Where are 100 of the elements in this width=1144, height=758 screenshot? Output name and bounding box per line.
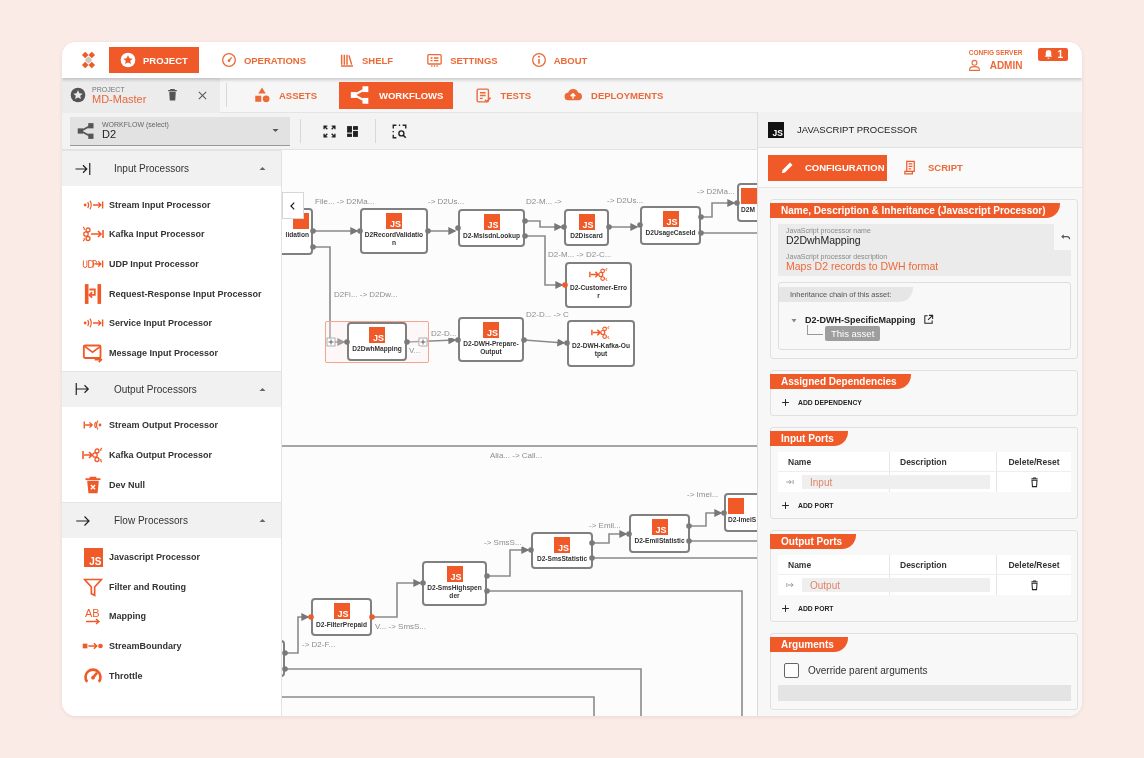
delete-button[interactable] — [1028, 579, 1040, 591]
override-checkbox[interactable]: Override parent arguments — [784, 663, 928, 678]
info-icon[interactable] — [530, 52, 547, 68]
section-title: Name, Description & Inheritance (Javascript Processor) — [770, 203, 1060, 218]
section-title: Output Ports — [770, 534, 857, 549]
port-dot[interactable] — [344, 339, 350, 345]
caret-icon — [258, 164, 267, 173]
port-dot[interactable] — [561, 224, 567, 230]
zoom-selection-icon — [392, 123, 407, 139]
port-dot[interactable] — [404, 339, 410, 345]
port-dot[interactable] — [455, 337, 461, 343]
port-dot[interactable] — [522, 233, 528, 239]
star-icon[interactable] — [120, 52, 136, 68]
connector-label: Alia... -> Call... — [490, 451, 543, 460]
processor-item[interactable]: Stream Output Processor — [62, 410, 281, 441]
category-header[interactable]: Input Processors — [62, 150, 281, 186]
port-dot[interactable] — [698, 230, 704, 236]
processor-item[interactable]: Kafka Output Processor — [62, 440, 281, 470]
js-icon: JS — [651, 519, 668, 535]
port-dot[interactable] — [698, 214, 704, 220]
js-icon: JS — [768, 121, 784, 138]
connector-label: D2-M... -> D2-C... — [548, 250, 612, 259]
logo-icon — [80, 51, 97, 69]
port-dot[interactable] — [484, 588, 490, 594]
share-icon — [76, 121, 96, 140]
checklist-icon[interactable] — [475, 86, 493, 104]
share-icon[interactable] — [349, 85, 371, 105]
add-icon[interactable] — [326, 337, 336, 347]
port-dot[interactable] — [282, 666, 288, 672]
connector-label: -> Emil... — [589, 521, 621, 530]
processor-item[interactable]: Filter and Routing — [62, 571, 281, 602]
processor-item[interactable]: Service Input Processor — [62, 308, 281, 338]
port-dot[interactable] — [686, 538, 692, 544]
port-dot[interactable] — [606, 224, 612, 230]
external-link-icon[interactable] — [922, 314, 934, 325]
close-button[interactable] — [197, 89, 209, 101]
gauge-icon[interactable] — [220, 52, 237, 68]
zoom-selection-button[interactable] — [392, 123, 407, 139]
processor-item[interactable]: Request-Response Input Processor — [62, 278, 281, 309]
processor-item[interactable]: StreamBoundary — [62, 631, 281, 661]
port-dot[interactable] — [455, 225, 461, 231]
js-icon: JS — [333, 603, 350, 619]
processor-item[interactable]: Stream Input Processor — [62, 190, 281, 220]
nodes-arrow-icon — [588, 267, 609, 282]
shapes-icon[interactable] — [253, 86, 271, 104]
port-dot[interactable] — [686, 523, 692, 529]
js-icon: JS — [578, 214, 595, 230]
delete-button[interactable] — [1028, 476, 1040, 488]
port-dot[interactable] — [637, 222, 643, 228]
port-dot[interactable] — [721, 510, 727, 516]
port-dot[interactable] — [522, 218, 528, 224]
port-dot[interactable] — [521, 337, 527, 343]
processor-item[interactable]: Throttle — [62, 660, 281, 691]
port-dot[interactable] — [310, 244, 316, 250]
port-dot[interactable] — [282, 650, 288, 656]
processor-item[interactable]: AB Mapping — [62, 601, 281, 632]
port-dot[interactable] — [562, 282, 568, 288]
js-icon: JS — [446, 566, 463, 582]
plus-icon — [781, 604, 790, 613]
cluster-out-icon — [81, 446, 105, 463]
port-dot[interactable] — [589, 555, 595, 561]
user-icon — [967, 58, 981, 72]
processor-item[interactable]: Kafka Input Processor — [62, 219, 281, 250]
processor-item[interactable]: Dev Null — [62, 469, 281, 500]
packet-in-icon — [81, 257, 105, 271]
js-icon: JS — [483, 322, 499, 338]
layout-button[interactable] — [346, 124, 359, 138]
nodes-arrow-icon — [591, 325, 611, 340]
stream-in-icon — [81, 197, 105, 212]
js-icon: JS — [554, 537, 570, 553]
port-dot[interactable] — [626, 531, 632, 537]
port-dot[interactable] — [369, 614, 375, 620]
star-icon — [70, 87, 86, 103]
port-dot[interactable] — [564, 340, 570, 346]
section-title: Input Ports — [770, 431, 848, 446]
dashboard-icon — [346, 124, 359, 138]
panel-icon[interactable] — [426, 52, 444, 68]
port-dot[interactable] — [484, 573, 490, 579]
tree-item[interactable]: D2-DWH-SpecificMapping — [805, 314, 916, 325]
books-icon[interactable] — [339, 52, 355, 68]
port-dot[interactable] — [308, 614, 314, 620]
port-dot[interactable] — [589, 540, 595, 546]
port-dot[interactable] — [425, 228, 431, 234]
add-icon[interactable] — [418, 337, 428, 347]
port-dot[interactable] — [310, 228, 316, 234]
delete-button[interactable] — [166, 88, 180, 102]
port-dot[interactable] — [357, 228, 363, 234]
processor-item[interactable]: JS Javascript Processor — [62, 542, 281, 572]
processor-item[interactable]: UDP Input Processor — [62, 249, 281, 279]
pencil-icon — [780, 160, 795, 175]
port-dot[interactable] — [734, 200, 740, 206]
category-header[interactable]: Flow Processors — [62, 502, 281, 539]
collapse-button[interactable] — [282, 192, 304, 219]
port-dot[interactable] — [528, 547, 534, 553]
connector-label: D2-M... -> — [526, 197, 562, 206]
port-dot[interactable] — [420, 580, 426, 586]
processor-item[interactable]: Message Input Processor — [62, 337, 281, 368]
trash-icon — [1028, 579, 1040, 591]
fullscreen-button[interactable] — [323, 124, 336, 138]
category-header[interactable]: Output Processors — [62, 370, 281, 407]
